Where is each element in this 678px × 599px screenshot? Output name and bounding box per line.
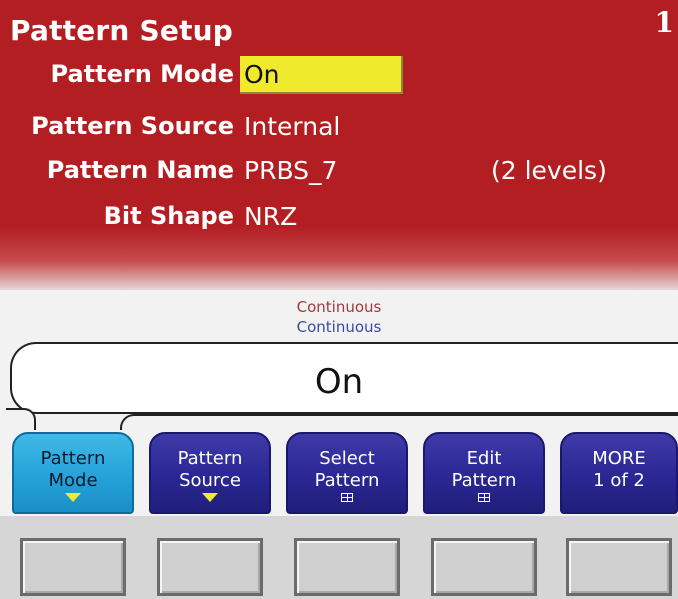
softkey-pattern-source[interactable]: Pattern Source (149, 432, 271, 514)
hardware-softkey-4[interactable] (431, 538, 537, 596)
status-line-2: Continuous (296, 318, 382, 336)
softkey-label: Pattern (177, 448, 243, 469)
dropdown-arrow-icon (202, 493, 218, 502)
softkey-pattern-mode[interactable]: Pattern Mode (12, 432, 134, 514)
panel-title: Pattern Setup (10, 14, 234, 47)
softkey-label: Pattern (451, 470, 517, 491)
status-line-1: Continuous (296, 298, 382, 316)
setting-value[interactable]: NRZ (244, 202, 297, 231)
dropdown-arrow-icon (65, 493, 81, 502)
setting-row-pattern-mode[interactable]: Pattern Mode On (0, 56, 678, 96)
softkey-label: 1 of 2 (593, 470, 645, 491)
hardware-softkey-2[interactable] (157, 538, 263, 596)
setting-label: Pattern Source (31, 112, 234, 140)
setting-label: Bit Shape (103, 202, 234, 230)
instrument-screen: Pattern Setup 1 Pattern Mode On Pattern … (0, 0, 678, 599)
hardware-softkey-3[interactable] (294, 538, 400, 596)
softkey-label: Source (179, 470, 241, 491)
table-icon (478, 493, 490, 502)
bezel (0, 516, 678, 599)
softkey-label: Edit (466, 448, 502, 469)
channel-indicator: 1 (654, 6, 674, 39)
softkey-edit-pattern[interactable]: Edit Pattern (423, 432, 545, 514)
softkey-label: MORE (592, 448, 646, 469)
setting-row-pattern-name[interactable]: Pattern Name PRBS_7 (2 levels) (0, 152, 678, 192)
setting-label: Pattern Name (46, 156, 234, 184)
softkey-label: Select (319, 448, 375, 469)
value-display-text: On (314, 362, 364, 402)
hardware-softkey-5[interactable] (566, 538, 672, 596)
softkey-label: Pattern (314, 470, 380, 491)
softkey-select-pattern[interactable]: Select Pattern (286, 432, 408, 514)
setting-row-pattern-source[interactable]: Pattern Source Internal (0, 108, 678, 148)
hardware-softkey-1[interactable] (20, 538, 126, 596)
softkey-more[interactable]: MORE 1 of 2 (560, 432, 678, 514)
table-icon (341, 493, 353, 502)
info-area: Continuous Continuous On (0, 290, 678, 440)
softkey-label: Mode (48, 470, 98, 491)
pattern-setup-panel: Pattern Setup 1 Pattern Mode On Pattern … (0, 0, 678, 290)
pattern-levels-note: (2 levels) (491, 156, 607, 185)
softkey-bar: Pattern Mode Pattern Source Select Patte… (0, 430, 678, 516)
setting-value[interactable]: PRBS_7 (244, 156, 337, 185)
setting-row-bit-shape[interactable]: Bit Shape NRZ (0, 198, 678, 238)
softkey-label: Pattern (40, 448, 106, 469)
setting-label: Pattern Mode (50, 60, 234, 88)
setting-value[interactable]: On (244, 60, 280, 89)
setting-value[interactable]: Internal (244, 112, 340, 141)
